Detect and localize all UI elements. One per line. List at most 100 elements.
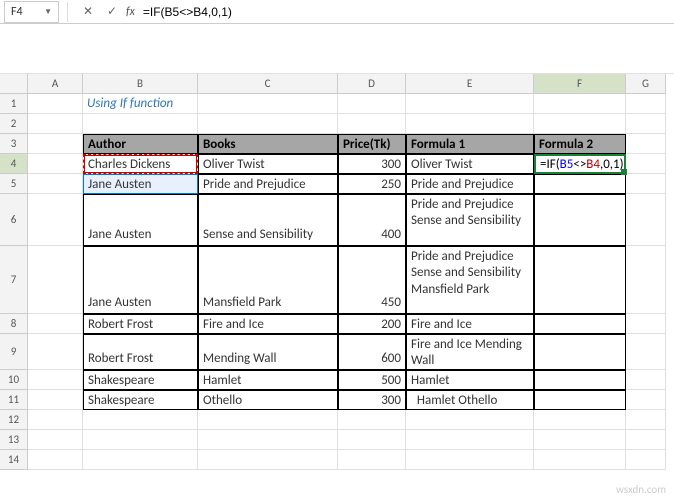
cell-ref-b5[interactable]: Jane Austen: [83, 174, 198, 194]
cell[interactable]: [338, 410, 406, 430]
cell[interactable]: 300: [338, 390, 406, 410]
cell[interactable]: [626, 430, 666, 450]
cell[interactable]: [28, 390, 83, 410]
active-cell[interactable]: =IF(B5<>B4,0,1): [534, 154, 626, 174]
cell[interactable]: Fire and Ice Mending Wall: [406, 334, 534, 370]
select-all-corner[interactable]: [0, 74, 28, 94]
cell[interactable]: [28, 174, 83, 194]
cell[interactable]: [534, 246, 626, 314]
cell[interactable]: Oliver Twist: [198, 154, 338, 174]
enter-icon[interactable]: ✓: [103, 3, 121, 21]
cell[interactable]: Mending Wall: [198, 334, 338, 370]
cell[interactable]: [83, 114, 198, 134]
cell[interactable]: Robert Frost: [83, 334, 198, 370]
cell[interactable]: [626, 154, 666, 174]
row-header[interactable]: 4: [0, 154, 28, 174]
cell[interactable]: [534, 194, 626, 246]
row-header[interactable]: 8: [0, 314, 28, 334]
cell[interactable]: [626, 334, 666, 370]
cell[interactable]: [28, 154, 83, 174]
header-cell[interactable]: Formula 1: [406, 134, 534, 154]
cell[interactable]: [198, 94, 338, 114]
cell[interactable]: [28, 246, 83, 314]
cell[interactable]: [626, 134, 666, 154]
cell[interactable]: 200: [338, 314, 406, 334]
cell[interactable]: [338, 114, 406, 134]
cell[interactable]: [28, 114, 83, 134]
cancel-icon[interactable]: ✕: [79, 3, 97, 21]
cell[interactable]: [626, 94, 666, 114]
cell[interactable]: [338, 94, 406, 114]
cell[interactable]: Othello: [198, 390, 338, 410]
cell[interactable]: [198, 410, 338, 430]
col-header[interactable]: B: [83, 74, 198, 94]
cell[interactable]: [28, 334, 83, 370]
cell[interactable]: [28, 94, 83, 114]
cell[interactable]: [198, 430, 338, 450]
row-header[interactable]: 2: [0, 114, 28, 134]
row-header[interactable]: 14: [0, 450, 28, 470]
cell[interactable]: [83, 430, 198, 450]
row-header[interactable]: 7: [0, 246, 28, 314]
cell[interactable]: [28, 430, 83, 450]
cell[interactable]: [626, 114, 666, 134]
cell[interactable]: Hamlet Othello: [406, 390, 534, 410]
cell[interactable]: [28, 410, 83, 430]
cell[interactable]: [83, 450, 198, 470]
title-cell[interactable]: Using If function: [83, 94, 198, 114]
row-header[interactable]: 9: [0, 334, 28, 370]
cell-ref-b4[interactable]: Charles Dickens: [83, 154, 198, 174]
formula-input[interactable]: [135, 3, 674, 21]
cell[interactable]: [626, 314, 666, 334]
cell[interactable]: [534, 334, 626, 370]
cell[interactable]: 450: [338, 246, 406, 314]
cell[interactable]: Hamlet: [198, 370, 338, 390]
cell[interactable]: Pride and Prejudice: [406, 174, 534, 194]
cell[interactable]: [28, 194, 83, 246]
row-header[interactable]: 1: [0, 94, 28, 114]
cell[interactable]: 300: [338, 154, 406, 174]
cell[interactable]: Pride and Prejudice Sense and Sensibilit…: [406, 246, 534, 314]
cell[interactable]: Fire and Ice: [406, 314, 534, 334]
cell[interactable]: [534, 410, 626, 430]
cell[interactable]: [198, 450, 338, 470]
fx-icon[interactable]: fx: [126, 5, 135, 19]
col-header[interactable]: G: [626, 74, 666, 94]
cell[interactable]: [534, 94, 626, 114]
cell[interactable]: Sense and Sensibility: [198, 194, 338, 246]
cell[interactable]: [626, 174, 666, 194]
row-header[interactable]: 3: [0, 134, 28, 154]
cell[interactable]: Hamlet: [406, 370, 534, 390]
cell[interactable]: 250: [338, 174, 406, 194]
cell[interactable]: Jane Austen: [83, 194, 198, 246]
cell[interactable]: Shakespeare: [83, 390, 198, 410]
cell[interactable]: Pride and Prejudice: [198, 174, 338, 194]
cell[interactable]: [28, 134, 83, 154]
cell[interactable]: [626, 450, 666, 470]
cell[interactable]: Robert Frost: [83, 314, 198, 334]
header-cell[interactable]: Books: [198, 134, 338, 154]
cell[interactable]: Jane Austen: [83, 246, 198, 314]
cell[interactable]: [534, 390, 626, 410]
col-header[interactable]: C: [198, 74, 338, 94]
row-header[interactable]: 13: [0, 430, 28, 450]
cell[interactable]: [534, 370, 626, 390]
row-header[interactable]: 6: [0, 194, 28, 246]
header-cell[interactable]: Formula 2: [534, 134, 626, 154]
cell[interactable]: [28, 370, 83, 390]
cell[interactable]: [534, 430, 626, 450]
cell[interactable]: [406, 450, 534, 470]
cell[interactable]: [83, 410, 198, 430]
cell[interactable]: [626, 370, 666, 390]
cell[interactable]: [28, 314, 83, 334]
header-cell[interactable]: Author: [83, 134, 198, 154]
cell[interactable]: Pride and Prejudice Sense and Sensibilit…: [406, 194, 534, 246]
row-header[interactable]: 10: [0, 370, 28, 390]
cell[interactable]: [198, 114, 338, 134]
cell[interactable]: [626, 246, 666, 314]
cell[interactable]: [406, 410, 534, 430]
name-box[interactable]: F4 ▼: [4, 1, 59, 23]
cell[interactable]: Oliver Twist: [406, 154, 534, 174]
cell[interactable]: 400: [338, 194, 406, 246]
cell[interactable]: [626, 390, 666, 410]
